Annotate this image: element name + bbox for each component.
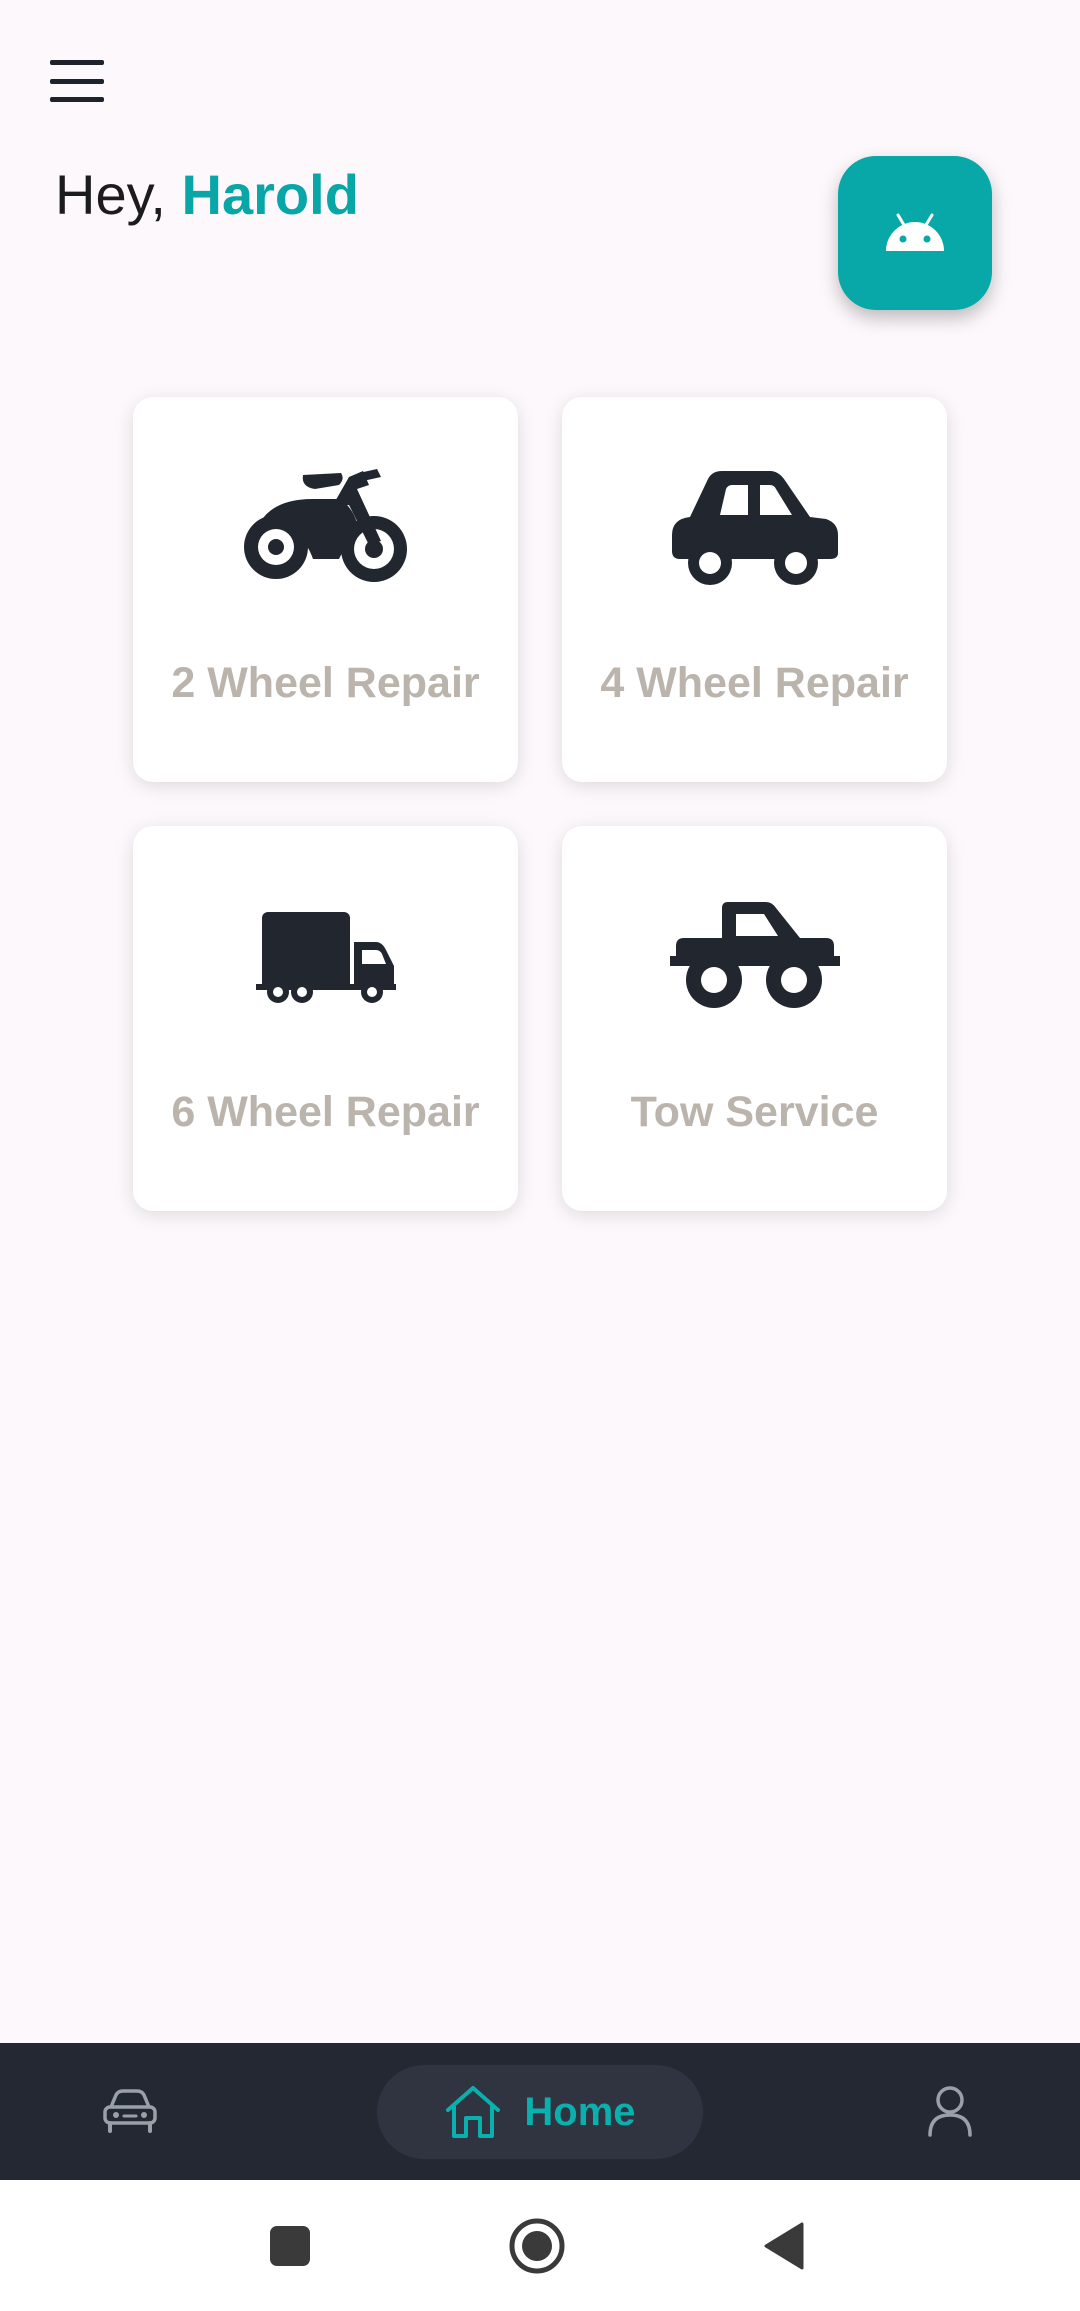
square-icon bbox=[270, 2226, 310, 2266]
service-label: Tow Service bbox=[630, 1088, 879, 1136]
service-grid: 2 Wheel Repair 4 Wheel Repair 6 Wheel Re… bbox=[133, 397, 947, 1211]
nav-home-button[interactable]: Home bbox=[377, 2065, 703, 2159]
service-label: 2 Wheel Repair bbox=[171, 659, 480, 707]
truck-icon bbox=[255, 912, 396, 1003]
system-navigation-bar bbox=[0, 2180, 1080, 2311]
service-card-4-wheel[interactable]: 4 Wheel Repair bbox=[562, 397, 947, 782]
greeting-prefix: Hey, bbox=[55, 163, 182, 226]
service-card-2-wheel[interactable]: 2 Wheel Repair bbox=[133, 397, 518, 782]
android-icon bbox=[886, 213, 944, 251]
android-fab-button[interactable] bbox=[838, 156, 992, 310]
pickup-truck-icon bbox=[669, 902, 840, 1008]
user-icon bbox=[928, 2086, 972, 2137]
home-icon bbox=[446, 2086, 501, 2138]
bottom-navigation: Home bbox=[0, 2043, 1080, 2180]
car-outline-icon bbox=[103, 2089, 157, 2133]
nav-profile-button[interactable] bbox=[915, 2079, 985, 2143]
nav-cars-button[interactable] bbox=[90, 2079, 170, 2143]
car-icon bbox=[671, 471, 838, 585]
circle-icon bbox=[509, 2218, 565, 2274]
recent-apps-button[interactable] bbox=[258, 2214, 322, 2278]
service-label: 4 Wheel Repair bbox=[600, 659, 909, 707]
service-card-tow[interactable]: Tow Service bbox=[562, 826, 947, 1211]
motorcycle-icon bbox=[243, 469, 407, 582]
user-name: Harold bbox=[181, 163, 359, 226]
nav-home-label: Home bbox=[524, 2089, 636, 2134]
hamburger-menu-icon[interactable] bbox=[50, 60, 104, 102]
system-home-button[interactable] bbox=[505, 2214, 569, 2278]
service-label: 6 Wheel Repair bbox=[171, 1088, 480, 1136]
greeting: Hey, Harold bbox=[55, 160, 359, 230]
system-back-button[interactable] bbox=[752, 2214, 816, 2278]
service-card-6-wheel[interactable]: 6 Wheel Repair bbox=[133, 826, 518, 1211]
triangle-back-icon bbox=[764, 2222, 804, 2270]
